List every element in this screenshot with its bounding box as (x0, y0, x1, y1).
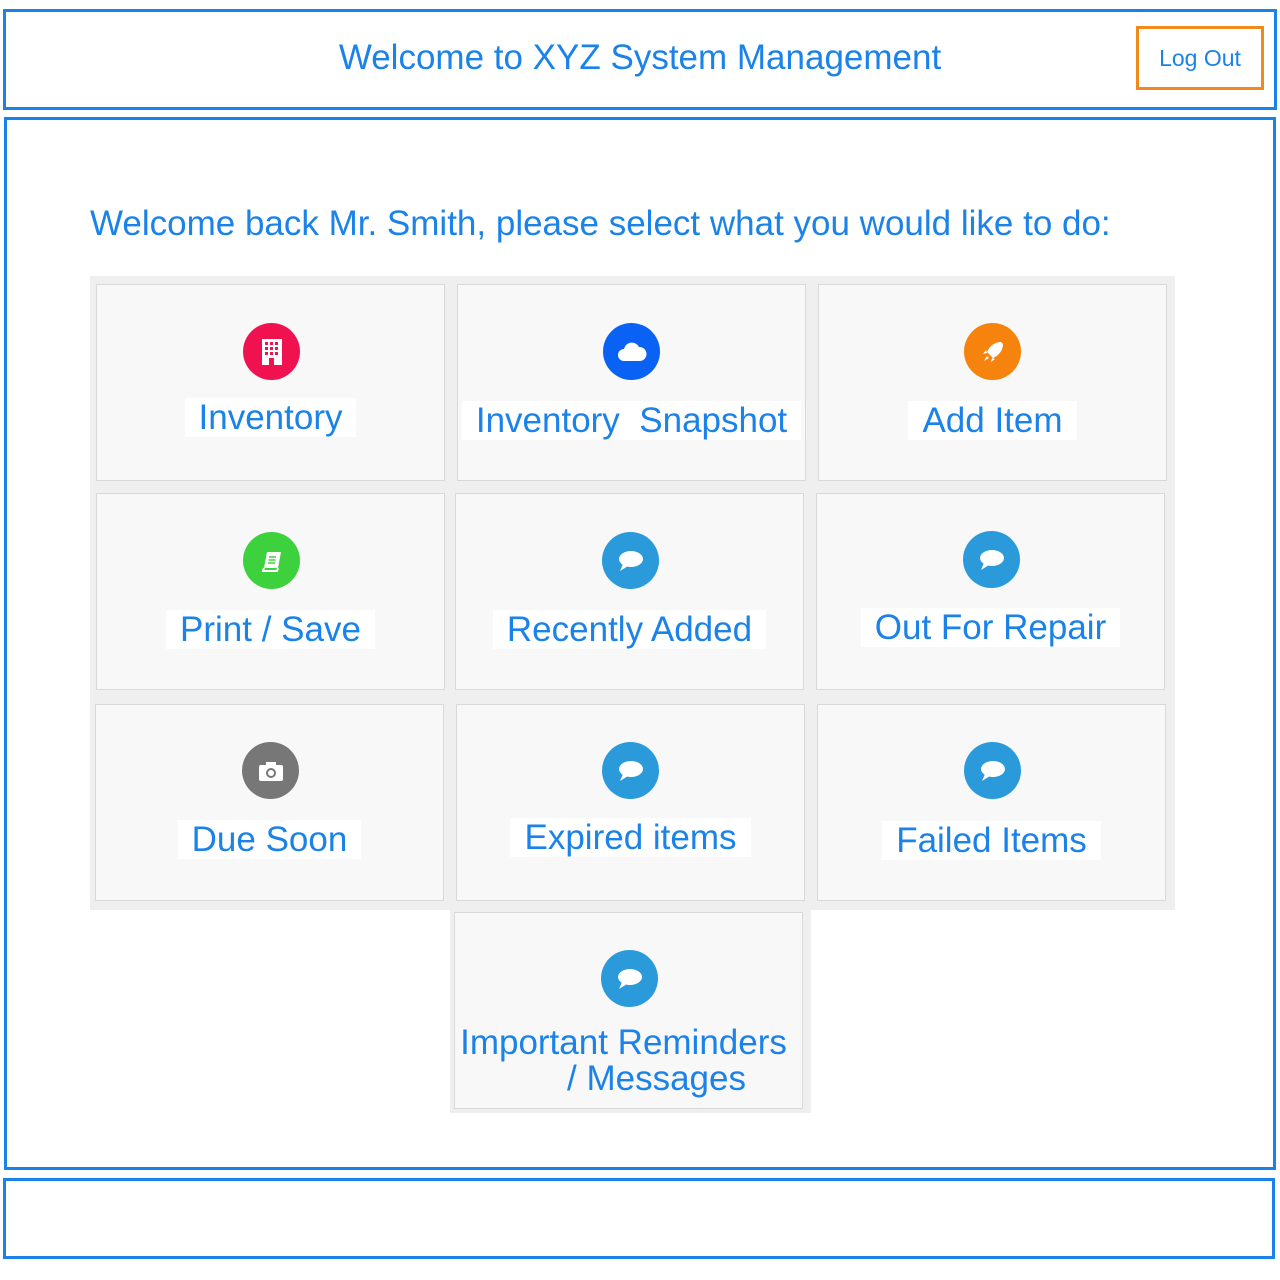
tile-due-soon[interactable]: Due Soon (95, 704, 444, 901)
tile-important-reminders[interactable]: Important Reminders / Messages (454, 912, 803, 1109)
header-bar: Welcome to XYZ System Management Log Out (3, 9, 1277, 110)
cloud-icon (603, 323, 660, 380)
tile-expired-items[interactable]: Expired items (456, 704, 805, 901)
chat-bubble-icon (964, 742, 1021, 799)
tile-label: Failed Items (882, 821, 1101, 860)
tile-label: Print / Save (166, 610, 375, 649)
tile-add-item[interactable]: Add Item (818, 284, 1167, 481)
tile-label: Out For Repair (860, 608, 1121, 647)
tile-label: Due Soon (177, 820, 362, 859)
tile-recently-added[interactable]: Recently Added (455, 493, 804, 690)
tile-label-line2: / Messages (567, 1059, 746, 1098)
tile-print-save[interactable]: Print / Save (96, 493, 445, 690)
tile-failed-items[interactable]: Failed Items (817, 704, 1166, 901)
tile-label: Add Item (908, 401, 1077, 440)
book-icon (243, 532, 300, 589)
tile-label: Inventory Snapshot (461, 401, 802, 440)
tile-label: Expired items (510, 818, 751, 857)
tile-out-for-repair[interactable]: Out For Repair (816, 493, 1165, 690)
chat-bubble-icon (963, 531, 1020, 588)
rocket-icon (964, 323, 1021, 380)
logout-button[interactable]: Log Out (1136, 26, 1264, 90)
building-icon (243, 323, 300, 380)
chat-bubble-icon (601, 950, 658, 1007)
tile-label: Recently Added (492, 610, 767, 649)
tile-label-line1: Important Reminders (460, 1023, 787, 1062)
chat-bubble-icon (602, 532, 659, 589)
camera-icon (242, 742, 299, 799)
tile-inventory[interactable]: Inventory (96, 284, 445, 481)
page-title: Welcome to XYZ System Management (338, 38, 942, 77)
welcome-message: Welcome back Mr. Smith, please select wh… (90, 204, 1111, 243)
tile-label: Inventory (184, 398, 357, 437)
footer-bar (3, 1178, 1275, 1259)
tile-inventory-snapshot[interactable]: Inventory Snapshot (457, 284, 806, 481)
main-panel: Welcome back Mr. Smith, please select wh… (4, 117, 1276, 1170)
chat-bubble-icon (602, 742, 659, 799)
